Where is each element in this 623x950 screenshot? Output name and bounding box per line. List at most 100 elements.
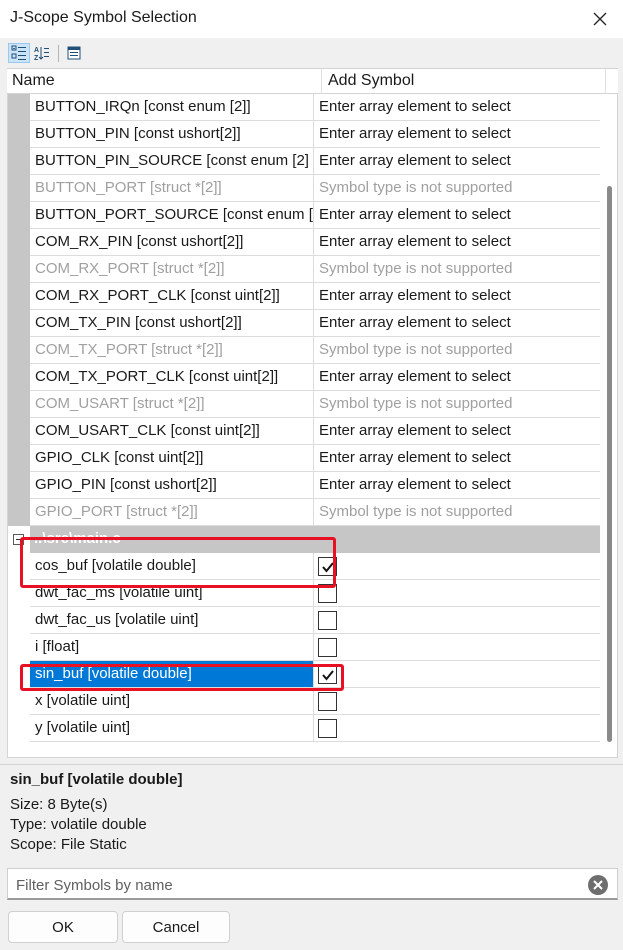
symbol-name[interactable]: COM_USART_CLK [const uint[2]] bbox=[30, 418, 314, 445]
row-gutter bbox=[8, 418, 30, 445]
close-button[interactable] bbox=[577, 0, 623, 38]
row-gutter bbox=[8, 121, 30, 148]
symbol-row[interactable]: BUTTON_IRQn [const enum [2]] Enter array … bbox=[8, 94, 600, 121]
symbol-name[interactable]: BUTTON_IRQn [const enum [2]] bbox=[30, 94, 314, 121]
row-gutter bbox=[8, 634, 30, 661]
symbol-row[interactable]: x [volatile uint] bbox=[8, 688, 600, 715]
add-symbol-cell[interactable]: Enter array element to select bbox=[314, 121, 600, 148]
column-header-add-symbol[interactable]: Add Symbol bbox=[328, 72, 414, 90]
group-gutter bbox=[8, 526, 30, 553]
filter-input[interactable] bbox=[16, 873, 576, 897]
symbol-row[interactable]: COM_TX_PORT [struct *[2]] Symbol type is … bbox=[8, 337, 600, 364]
add-symbol-checkbox[interactable] bbox=[318, 719, 337, 738]
add-symbol-cell[interactable] bbox=[314, 607, 600, 634]
group-row[interactable]: ..\src\main.c bbox=[8, 526, 600, 553]
symbol-row[interactable]: BUTTON_PORT_SOURCE [const enum [Enter ar… bbox=[8, 202, 600, 229]
symbol-name[interactable]: dwt_fac_us [volatile uint] bbox=[30, 607, 314, 634]
symbol-name[interactable]: y [volatile uint] bbox=[30, 715, 314, 742]
add-symbol-cell[interactable] bbox=[314, 688, 600, 715]
add-symbol-checkbox[interactable] bbox=[318, 611, 337, 630]
symbol-name[interactable]: sin_buf [volatile double] bbox=[30, 661, 314, 688]
symbol-row[interactable]: BUTTON_PIN [const ushort[2]] Enter array … bbox=[8, 121, 600, 148]
symbol-name[interactable]: COM_TX_PORT [struct *[2]] bbox=[30, 337, 314, 364]
scrollbar-thumb[interactable] bbox=[607, 186, 612, 742]
collapse-icon[interactable] bbox=[13, 534, 24, 545]
symbol-row[interactable]: BUTTON_PIN_SOURCE [const enum [2] Enter a… bbox=[8, 148, 600, 175]
symbol-name[interactable]: cos_buf [volatile double] bbox=[30, 553, 314, 580]
categorized-view-button[interactable] bbox=[8, 43, 30, 63]
alphabetical-sort-button[interactable]: A Z bbox=[31, 43, 53, 63]
add-symbol-cell[interactable]: Enter array element to select bbox=[314, 202, 600, 229]
symbol-row[interactable]: COM_USART_CLK [const uint[2]] Enter array… bbox=[8, 418, 600, 445]
add-symbol-cell[interactable] bbox=[314, 634, 600, 661]
add-symbol-cell[interactable]: Enter array element to select bbox=[314, 418, 600, 445]
symbol-name[interactable]: COM_TX_PORT_CLK [const uint[2]] bbox=[30, 364, 314, 391]
add-symbol-cell[interactable]: Enter array element to select bbox=[314, 472, 600, 499]
symbol-row[interactable]: i [float] bbox=[8, 634, 600, 661]
column-divider[interactable] bbox=[321, 69, 322, 95]
symbol-name[interactable]: COM_RX_PORT [struct *[2]] bbox=[30, 256, 314, 283]
symbol-row[interactable]: COM_TX_PIN [const ushort[2]] Enter array … bbox=[8, 310, 600, 337]
add-symbol-cell[interactable]: Enter array element to select bbox=[314, 94, 600, 121]
symbol-name[interactable]: GPIO_PIN [const ushort[2]] bbox=[30, 472, 314, 499]
add-symbol-checkbox[interactable] bbox=[318, 665, 337, 684]
svg-text:Z: Z bbox=[34, 55, 39, 61]
add-symbol-cell[interactable]: Enter array element to select bbox=[314, 364, 600, 391]
symbol-row[interactable]: COM_RX_PORT [struct *[2]] Symbol type is … bbox=[8, 256, 600, 283]
symbol-name[interactable]: COM_USART [struct *[2]] bbox=[30, 391, 314, 418]
add-symbol-cell: Symbol type is not supported bbox=[314, 499, 600, 526]
symbol-row[interactable]: sin_buf [volatile double] bbox=[8, 661, 600, 688]
vertical-scrollbar[interactable] bbox=[605, 98, 615, 748]
symbol-name[interactable]: GPIO_PORT [struct *[2]] bbox=[30, 499, 314, 526]
symbol-name[interactable]: x [volatile uint] bbox=[30, 688, 314, 715]
add-symbol-cell[interactable]: Enter array element to select bbox=[314, 283, 600, 310]
symbol-name[interactable]: BUTTON_PIN [const ushort[2]] bbox=[30, 121, 314, 148]
symbol-name[interactable]: dwt_fac_ms [volatile uint] bbox=[30, 580, 314, 607]
symbol-row[interactable]: dwt_fac_ms [volatile uint] bbox=[8, 580, 600, 607]
add-symbol-cell[interactable] bbox=[314, 715, 600, 742]
column-divider[interactable] bbox=[605, 69, 606, 95]
clear-filter-button[interactable] bbox=[587, 874, 609, 896]
symbol-name[interactable]: i [float] bbox=[30, 634, 314, 661]
add-symbol-cell[interactable]: Enter array element to select bbox=[314, 148, 600, 175]
symbol-name[interactable]: COM_TX_PIN [const ushort[2]] bbox=[30, 310, 314, 337]
row-gutter bbox=[8, 256, 30, 283]
symbol-name[interactable]: GPIO_CLK [const uint[2]] bbox=[30, 445, 314, 472]
symbol-row[interactable]: GPIO_PORT [struct *[2]] Symbol type is no… bbox=[8, 499, 600, 526]
symbol-name[interactable]: COM_RX_PORT_CLK [const uint[2]] bbox=[30, 283, 314, 310]
symbol-row[interactable]: cos_buf [volatile double] bbox=[8, 553, 600, 580]
ok-button[interactable]: OK bbox=[8, 911, 118, 943]
symbol-row[interactable]: COM_RX_PORT_CLK [const uint[2]] Enter arr… bbox=[8, 283, 600, 310]
add-symbol-cell[interactable]: Enter array element to select bbox=[314, 445, 600, 472]
symbol-row[interactable]: BUTTON_PORT [struct *[2]] Symbol type is … bbox=[8, 175, 600, 202]
symbol-row[interactable]: y [volatile uint] bbox=[8, 715, 600, 742]
symbol-row[interactable]: dwt_fac_us [volatile uint] bbox=[8, 607, 600, 634]
cancel-button[interactable]: Cancel bbox=[122, 911, 230, 943]
symbol-row[interactable]: COM_TX_PORT_CLK [const uint[2]] Enter arr… bbox=[8, 364, 600, 391]
symbol-name[interactable]: BUTTON_PORT_SOURCE [const enum [ bbox=[30, 202, 314, 229]
symbol-name[interactable]: BUTTON_PIN_SOURCE [const enum [2] bbox=[30, 148, 314, 175]
property-pages-button[interactable] bbox=[63, 43, 85, 63]
column-header-name[interactable]: Name bbox=[12, 72, 55, 90]
row-gutter bbox=[8, 661, 30, 688]
symbol-row[interactable]: GPIO_CLK [const uint[2]] Enter array elem… bbox=[8, 445, 600, 472]
symbol-row[interactable]: COM_USART [struct *[2]] Symbol type is no… bbox=[8, 391, 600, 418]
add-symbol-checkbox[interactable] bbox=[318, 557, 337, 576]
row-gutter bbox=[8, 499, 30, 526]
row-gutter bbox=[8, 310, 30, 337]
symbol-row[interactable]: GPIO_PIN [const ushort[2]] Enter array el… bbox=[8, 472, 600, 499]
add-symbol-cell[interactable] bbox=[314, 661, 600, 688]
symbol-name[interactable]: COM_RX_PIN [const ushort[2]] bbox=[30, 229, 314, 256]
add-symbol-checkbox[interactable] bbox=[318, 638, 337, 657]
add-symbol-checkbox[interactable] bbox=[318, 692, 337, 711]
add-symbol-cell[interactable] bbox=[314, 580, 600, 607]
add-symbol-cell[interactable]: Enter array element to select bbox=[314, 310, 600, 337]
row-gutter bbox=[8, 283, 30, 310]
add-symbol-cell[interactable]: Enter array element to select bbox=[314, 229, 600, 256]
symbol-name[interactable]: BUTTON_PORT [struct *[2]] bbox=[30, 175, 314, 202]
symbol-row[interactable]: COM_RX_PIN [const ushort[2]] Enter array … bbox=[8, 229, 600, 256]
close-icon bbox=[593, 12, 607, 26]
filter-box bbox=[7, 868, 618, 900]
add-symbol-checkbox[interactable] bbox=[318, 584, 337, 603]
add-symbol-cell[interactable] bbox=[314, 553, 600, 580]
